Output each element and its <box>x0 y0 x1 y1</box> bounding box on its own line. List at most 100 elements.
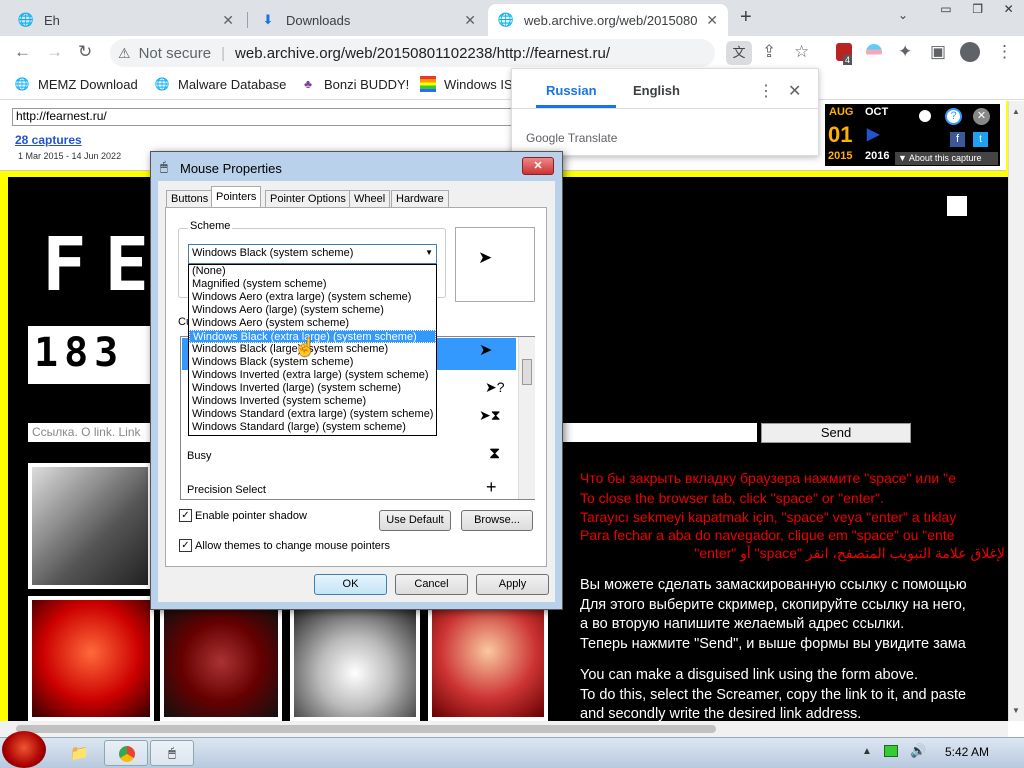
horizontal-scrollbar[interactable] <box>0 721 1008 737</box>
new-tab-button[interactable]: + <box>740 6 752 29</box>
lang-english-tab[interactable]: English <box>633 83 680 98</box>
profile-icon[interactable] <box>960 42 980 62</box>
address-bar[interactable]: ⚠ Not secure | web.archive.org/web/20150… <box>110 39 715 67</box>
start-button[interactable] <box>2 731 46 768</box>
allow-themes-checkbox[interactable]: ✓ <box>179 539 192 552</box>
month-oct[interactable]: OCT <box>865 106 888 118</box>
explorer-icon[interactable]: 📁 <box>70 744 89 762</box>
close-icon[interactable]: ✕ <box>222 12 234 29</box>
apply-button[interactable]: Apply <box>476 574 549 595</box>
play-icon[interactable]: ▶ <box>867 124 879 144</box>
lang-russian-tab[interactable]: Russian <box>546 83 597 98</box>
show-hidden-icons[interactable]: ▲ <box>862 746 872 757</box>
tab-wayback[interactable]: 🌐 web.archive.org/web/2015080 ✕ <box>488 4 728 36</box>
side-panel-icon[interactable]: ▣ <box>930 42 946 62</box>
taskbar-chrome[interactable] <box>104 740 148 766</box>
scheme-option[interactable]: Windows Aero (system scheme) <box>189 317 436 330</box>
bookmark-bonzi[interactable]: ♣ Bonzi BUDDY! <box>300 76 409 92</box>
screamer-thumbnail[interactable] <box>290 603 420 721</box>
tab-wheel[interactable]: Wheel <box>349 190 391 208</box>
vertical-scrollbar[interactable]: ▲ ▼ <box>1008 101 1024 721</box>
bookmark-windows[interactable]: Windows IS <box>420 76 513 92</box>
tab-pointers[interactable]: Pointers <box>211 186 262 208</box>
help-icon[interactable]: ? <box>945 108 962 125</box>
facebook-icon[interactable]: f <box>950 132 965 147</box>
scheme-option[interactable]: Windows Aero (large) (system scheme) <box>189 304 436 317</box>
use-default-button[interactable]: Use Default <box>379 510 451 531</box>
bookmark-malware-db[interactable]: 🌐 Malware Database <box>154 76 287 92</box>
taskbar-mouse-properties[interactable]: 🖱 <box>150 740 194 766</box>
more-options-icon[interactable]: ⋮ <box>758 81 774 101</box>
scheme-option[interactable]: Windows Standard (large) (system scheme) <box>189 421 436 434</box>
tab-downloads[interactable]: ⬇ Downloads ✕ <box>250 4 486 36</box>
warning-icon[interactable]: ⚠ <box>118 45 131 62</box>
share-icon[interactable]: ⇪ <box>762 42 776 62</box>
url-text[interactable]: web.archive.org/web/20150801102238/http:… <box>235 45 610 62</box>
tab-title: web.archive.org/web/2015080 <box>524 12 698 28</box>
scheme-option[interactable]: Windows Aero (extra large) (system schem… <box>189 291 436 304</box>
close-window-icon[interactable]: ✕ <box>1004 2 1014 18</box>
scheme-dropdown[interactable]: Windows Black (system scheme) ▼ <box>188 244 437 264</box>
translate-icon[interactable]: 文 <box>726 41 752 65</box>
reload-icon[interactable]: ↻ <box>78 42 92 62</box>
screamer-thumbnail[interactable] <box>28 463 152 589</box>
link-input[interactable]: Ссылка. O link. Link <box>28 423 158 442</box>
volume-icon[interactable]: 🔊 <box>910 743 926 759</box>
close-icon[interactable]: ✕ <box>706 12 718 29</box>
year-2016[interactable]: 2016 <box>865 150 889 162</box>
ok-button[interactable]: OK <box>314 574 387 595</box>
scheme-option[interactable]: Windows Inverted (system scheme) <box>189 395 436 408</box>
bookmark-memz[interactable]: 🌐 MEMZ Download <box>14 76 138 92</box>
wayback-url-input[interactable]: http://fearnest.ru/ <box>12 108 520 126</box>
send-button[interactable]: Send <box>761 423 911 443</box>
browse-button[interactable]: Browse... <box>461 510 533 531</box>
security-label[interactable]: Not secure <box>139 45 212 62</box>
tab-pointer-options[interactable]: Pointer Options <box>265 190 351 208</box>
year-2015[interactable]: 2015 <box>828 150 852 162</box>
back-icon[interactable]: ← <box>14 42 31 62</box>
about-capture-button[interactable]: ▼ About this capture <box>895 152 998 165</box>
screamer-thumbnail[interactable] <box>28 596 154 721</box>
close-icon[interactable]: ✕ <box>973 108 990 125</box>
twitter-icon[interactable]: t <box>973 132 988 147</box>
menu-icon[interactable]: ⋮ <box>996 42 1013 62</box>
screamer-thumbnail[interactable] <box>160 603 282 721</box>
close-icon[interactable]: ✕ <box>522 157 554 175</box>
scheme-option[interactable]: Windows Inverted (large) (system scheme) <box>189 382 436 395</box>
account-icon[interactable] <box>917 108 933 124</box>
cursor-row-busy[interactable]: Busy <box>187 450 211 462</box>
mouse-icon: 🖱 <box>160 159 168 174</box>
cancel-button[interactable]: Cancel <box>395 574 468 595</box>
info-line: Теперь нажмите "Send", и выше формы вы у… <box>580 636 966 652</box>
cursor-row-precision[interactable]: Precision Select <box>187 484 266 496</box>
tab-buttons[interactable]: Buttons <box>166 190 214 208</box>
captures-link[interactable]: 28 captures <box>15 133 82 147</box>
battery-icon[interactable] <box>884 745 898 757</box>
tab-search-icon[interactable]: ⌄ <box>898 8 908 22</box>
close-icon[interactable]: ✕ <box>788 81 801 101</box>
pointer-shadow-checkbox[interactable]: ✓ <box>179 509 192 522</box>
info-line: You can make a disguised link using the … <box>580 667 919 683</box>
scroll-thumb[interactable] <box>16 725 716 733</box>
scheme-option[interactable]: Windows Standard (extra large) (system s… <box>189 408 436 421</box>
puzzle-icon[interactable]: ✦ <box>898 42 912 62</box>
scheme-option[interactable]: (None) <box>189 265 436 278</box>
extension-icon[interactable] <box>866 44 882 60</box>
close-icon[interactable]: ✕ <box>464 12 476 29</box>
tab-hardware[interactable]: Hardware <box>391 190 449 208</box>
chevron-down-icon[interactable]: ▼ <box>425 248 433 257</box>
scroll-thumb[interactable] <box>522 359 532 385</box>
clock[interactable]: 5:42 AM <box>945 745 989 759</box>
restore-icon[interactable]: ❐ <box>972 2 983 18</box>
scheme-option[interactable]: Windows Inverted (extra large) (system s… <box>189 369 436 382</box>
target-link-input[interactable] <box>563 423 757 442</box>
month-aug[interactable]: AUG <box>829 106 853 118</box>
list-scrollbar[interactable] <box>518 337 535 499</box>
scheme-option[interactable]: Magnified (system scheme) <box>189 278 436 291</box>
star-icon[interactable]: ☆ <box>794 42 809 62</box>
minimize-icon[interactable]: ▭ <box>940 2 951 18</box>
screamer-thumbnail[interactable] <box>428 603 548 721</box>
tab-eh[interactable]: 🌐 Eh ✕ <box>8 4 244 36</box>
forward-icon[interactable]: → <box>46 42 63 62</box>
dialog-titlebar[interactable]: 🖱 Mouse Properties ✕ <box>150 151 563 181</box>
